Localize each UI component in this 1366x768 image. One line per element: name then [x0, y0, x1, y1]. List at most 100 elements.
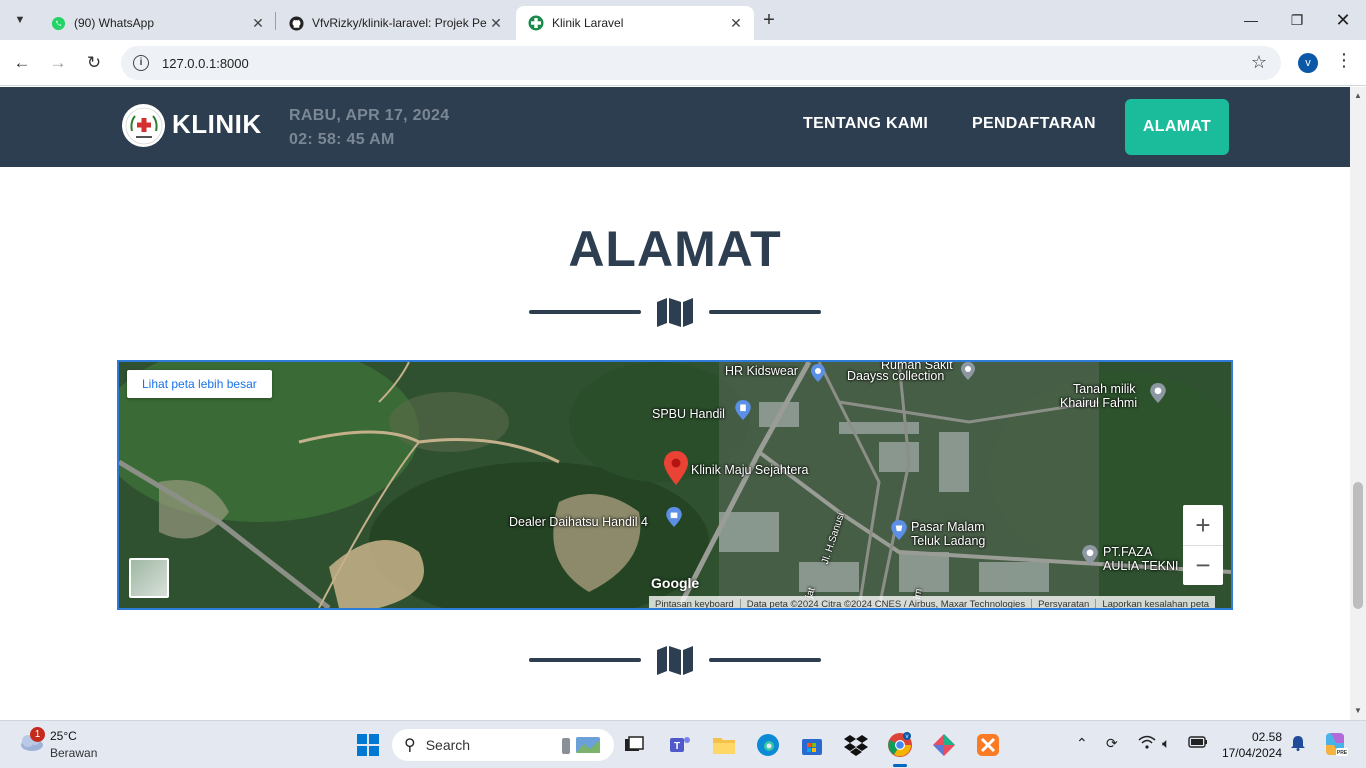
new-tab-icon[interactable]: +: [758, 9, 780, 32]
show-hidden-icons-icon[interactable]: ⌃: [1076, 735, 1088, 752]
zoom-out-button[interactable]: −: [1183, 545, 1223, 585]
divider-line: [709, 310, 821, 314]
svg-text:v: v: [906, 734, 909, 740]
task-view-icon[interactable]: [620, 731, 648, 759]
place-label[interactable]: PT.FAZA: [1103, 545, 1152, 559]
search-icon: ⚲: [404, 737, 416, 754]
file-explorer-icon[interactable]: [710, 731, 738, 759]
klinik-logo[interactable]: [122, 104, 165, 147]
keyboard-shortcuts-link[interactable]: Pintasan keyboard: [649, 598, 741, 608]
site-navbar: KLINIK RABU, APR 17, 2024 02: 58: 45 AM …: [0, 87, 1350, 167]
sync-status-icon[interactable]: ⟳: [1106, 735, 1118, 752]
weather-condition[interactable]: Berawan: [50, 746, 97, 760]
terms-link[interactable]: Persyaratan: [1032, 598, 1097, 608]
place-label[interactable]: Khairul Fahmi: [1060, 396, 1137, 410]
scroll-down-icon[interactable]: ▼: [1350, 704, 1366, 718]
page-scrollbar[interactable]: ▲ ▼: [1350, 87, 1366, 720]
dropbox-icon[interactable]: [842, 731, 870, 759]
copilot-icon[interactable]: PRE: [1322, 731, 1348, 760]
date-time-display: RABU, APR 17, 2024 02: 58: 45 AM: [289, 104, 449, 152]
notification-badge: 1: [30, 727, 45, 742]
site-info-icon[interactable]: i: [133, 55, 149, 71]
clock-date: 17/04/2024: [1221, 746, 1282, 760]
reload-icon[interactable]: ↻: [82, 51, 106, 75]
windows-start-icon[interactable]: [354, 731, 382, 759]
place-label[interactable]: Daayss collection: [847, 369, 944, 383]
more-menu-icon[interactable]: ⋮: [1335, 50, 1353, 71]
clinic-cross-icon: [528, 15, 544, 31]
chrome-browser-icon[interactable]: v: [886, 731, 914, 759]
edge-browser-icon[interactable]: [754, 731, 782, 759]
minimize-icon[interactable]: —: [1228, 0, 1274, 40]
report-error-link[interactable]: Laporkan kesalahan peta: [1096, 599, 1215, 609]
divider-line: [529, 658, 641, 662]
brand-title[interactable]: KLINIK: [172, 109, 262, 140]
nav-pendaftaran[interactable]: PENDAFTARAN: [972, 115, 1096, 133]
tab-whatsapp[interactable]: (90) WhatsApp ✕: [38, 6, 276, 40]
nav-tentang-kami[interactable]: TENTANG KAMI: [803, 115, 928, 133]
url-text[interactable]: 127.0.0.1:8000: [162, 56, 249, 71]
back-icon[interactable]: ←: [10, 51, 34, 75]
nav-alamat[interactable]: ALAMAT: [1125, 99, 1229, 155]
teams-icon[interactable]: T: [666, 731, 694, 759]
forward-icon[interactable]: →: [46, 51, 70, 75]
close-tab-icon[interactable]: ✕: [250, 15, 266, 31]
place-label[interactable]: Tanah milik: [1073, 382, 1136, 396]
tab-search-dropdown-icon[interactable]: ▼: [8, 8, 32, 32]
current-time: 02: 58: 45 AM: [289, 131, 395, 148]
taskbar-search[interactable]: ⚲ Search: [392, 729, 614, 761]
volume-icon[interactable]: 🔈︎: [1162, 735, 1170, 752]
view-larger-map-link[interactable]: Lihat peta lebih besar: [127, 370, 272, 398]
zoom-in-button[interactable]: +: [1183, 505, 1223, 545]
battery-icon[interactable]: [1188, 735, 1208, 751]
place-pin-icon[interactable]: [1150, 383, 1166, 408]
bookmark-star-icon[interactable]: ☆: [1251, 52, 1267, 73]
place-label[interactable]: AULIA TEKNI: [1103, 559, 1179, 573]
divider-line: [529, 310, 641, 314]
tab-klinik-laravel[interactable]: Klinik Laravel ✕: [516, 6, 754, 40]
github-icon: [288, 15, 304, 31]
close-tab-icon[interactable]: ✕: [488, 15, 504, 31]
map-layer-toggle[interactable]: [129, 558, 169, 598]
address-bar[interactable]: i 127.0.0.1:8000 ☆: [121, 46, 1281, 80]
clinic-location-pin-icon[interactable]: [664, 451, 688, 490]
notification-bell-icon[interactable]: [1290, 735, 1306, 754]
wifi-icon[interactable]: [1138, 735, 1156, 752]
place-label[interactable]: Dealer Daihatsu Handil 4: [509, 515, 648, 529]
scroll-thumb[interactable]: [1353, 482, 1363, 609]
tab-github[interactable]: VfvRizky/klinik-laravel: Projek Pe ✕: [276, 6, 514, 40]
svg-text:PRE: PRE: [1337, 750, 1348, 756]
heading-divider: [529, 297, 821, 327]
restore-icon[interactable]: ❐: [1274, 0, 1320, 40]
place-pin-icon[interactable]: [1082, 545, 1098, 570]
system-clock[interactable]: 02.58 17/04/2024: [1218, 729, 1282, 761]
tab-title: Klinik Laravel: [552, 16, 624, 30]
place-pin-icon[interactable]: [961, 362, 975, 385]
place-pin-icon[interactable]: [811, 364, 825, 387]
gitkraken-icon[interactable]: [930, 731, 958, 759]
embedded-map[interactable]: Lihat peta lebih besar Rumah Sakit HR Ki…: [117, 360, 1233, 610]
map-icon: [656, 297, 694, 332]
temperature[interactable]: 25°C: [50, 729, 77, 743]
google-logo: Google: [651, 575, 700, 591]
close-tab-icon[interactable]: ✕: [728, 15, 744, 31]
shop-pin-icon[interactable]: [666, 507, 682, 532]
search-label: Search: [425, 737, 471, 753]
market-pin-icon[interactable]: [891, 520, 907, 545]
gas-station-pin-icon[interactable]: [735, 400, 751, 425]
current-date: RABU, APR 17, 2024: [289, 107, 450, 124]
place-label[interactable]: SPBU Handil: [652, 407, 725, 421]
map-data-credit: Data peta ©2024 Citra ©2024 CNES / Airbu…: [741, 598, 1033, 608]
profile-avatar[interactable]: v: [1298, 53, 1318, 73]
close-window-icon[interactable]: ✕: [1320, 0, 1366, 40]
tab-title: VfvRizky/klinik-laravel: Projek Pe: [312, 16, 487, 30]
microsoft-store-icon[interactable]: [798, 731, 826, 759]
tab-title: (90) WhatsApp: [74, 16, 155, 30]
clinic-place-label[interactable]: Klinik Maju Sejahtera: [691, 463, 808, 477]
place-label[interactable]: Teluk Ladang: [911, 534, 985, 548]
place-label[interactable]: Pasar Malam: [911, 520, 985, 534]
xampp-icon[interactable]: [974, 731, 1002, 759]
scroll-up-icon[interactable]: ▲: [1350, 89, 1366, 103]
place-label[interactable]: HR Kidswear: [725, 364, 798, 378]
search-highlight-icon: [558, 734, 604, 761]
